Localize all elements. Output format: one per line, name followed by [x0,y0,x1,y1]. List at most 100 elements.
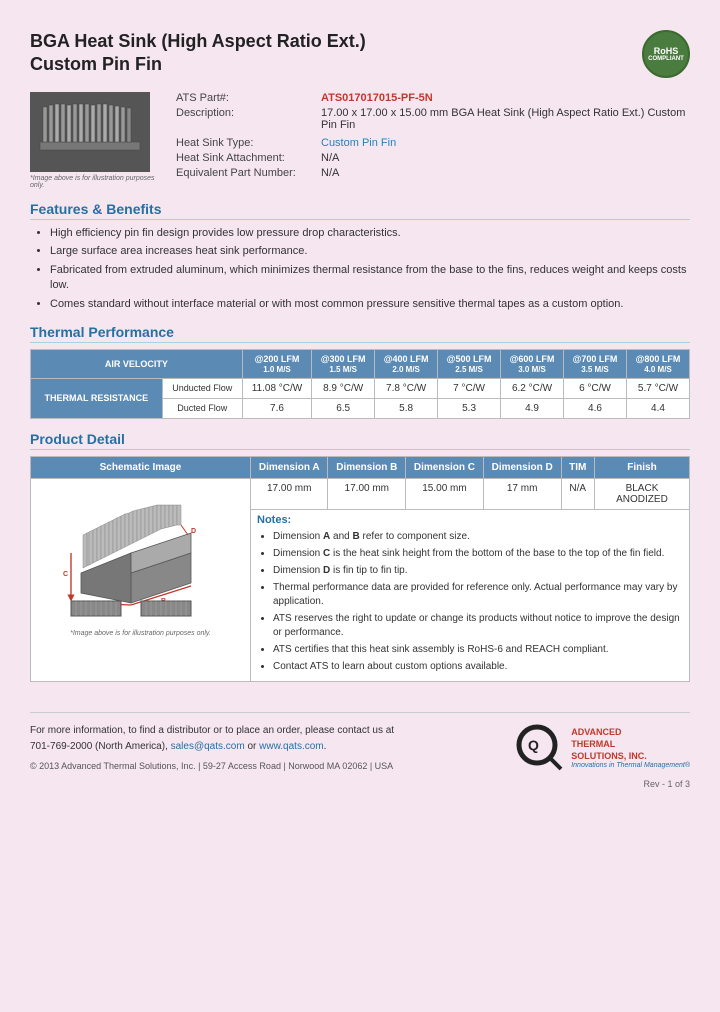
product-image [30,92,150,172]
ducted-600: 4.9 [501,398,564,418]
ducted-400: 5.8 [375,398,438,418]
thermal-row-unducted: THERMAL RESISTANCE Unducted Flow 11.08 °… [31,378,690,398]
spec-row-part: ATS Part#: ATS017017015-PF-5N [176,92,690,104]
note-7: Contact ATS to learn about custom option… [273,660,683,674]
part-number: ATS017017015-PF-5N [321,92,433,104]
col-800: @800 LFM4.0 M/S [626,349,689,378]
title-line1: BGA Heat Sink (High Aspect Ratio Ext.) [30,31,366,51]
svg-text:D: D [191,528,196,535]
col-200: @200 LFM1.0 M/S [242,349,311,378]
col-600: @600 LFM3.0 M/S [501,349,564,378]
col-700: @700 LFM3.5 M/S [564,349,627,378]
footer-copyright: © 2013 Advanced Thermal Solutions, Inc. … [30,759,394,773]
unducted-800: 5.7 °C/W [626,378,689,398]
rohs-compliant: COMPLIANT [648,56,684,62]
attach-value: N/A [321,152,339,164]
features-list: High efficiency pin fin design provides … [30,226,690,312]
equiv-label: Equivalent Part Number: [176,167,321,179]
ducted-700: 4.6 [564,398,627,418]
ducted-800: 4.4 [626,398,689,418]
note-5: ATS reserves the right to update or chan… [273,612,683,640]
schematic-header: Schematic Image [31,456,251,478]
description: 17.00 x 17.00 x 15.00 mm BGA Heat Sink (… [321,107,690,131]
unducted-400: 7.8 °C/W [375,378,438,398]
contact-text: For more information, to find a distribu… [30,723,394,755]
unducted-200: 11.08 °C/W [242,378,311,398]
note-2: Dimension C is the heat sink height from… [273,547,683,561]
title-line2: Custom Pin Fin [30,54,162,74]
finish-header: Finish [594,456,689,478]
ats-tagline: Innovations in Thermal Management® [571,762,690,769]
ducted-300: 6.5 [312,398,375,418]
col-300: @300 LFM1.5 M/S [312,349,375,378]
unducted-label: Unducted Flow [162,378,242,398]
notes-list: Dimension A and B refer to component siz… [257,530,683,674]
ats-text: ADVANCEDTHERMALSOLUTIONS, INC. Innovatio… [571,727,690,769]
q-logo-icon: Q [515,723,565,773]
dim-values-row: C A B D [31,478,690,509]
col-500: @500 LFM2.5 M/S [438,349,501,378]
list-item: High efficiency pin fin design provides … [50,226,690,241]
page-title: BGA Heat Sink (High Aspect Ratio Ext.) C… [30,30,366,77]
dim-a-value: 17.00 mm [251,478,328,509]
svg-text:Q: Q [528,737,539,753]
note-3: Dimension D is fin tip to fin tip. [273,564,683,578]
attach-label: Heat Sink Attachment: [176,152,321,164]
type-value: Custom Pin Fin [321,137,396,149]
footer-logo-area: Q ADVANCEDTHERMALSOLUTIONS, INC. Innovat… [515,723,690,773]
rohs-text: RoHS [654,46,679,56]
col-400: @400 LFM2.0 M/S [375,349,438,378]
type-label: Heat Sink Type: [176,137,321,149]
unducted-500: 7 °C/W [438,378,501,398]
list-item: Comes standard without interface materia… [50,297,690,312]
page-number: Rev - 1 of 3 [30,779,690,789]
rohs-badge: RoHS COMPLIANT [642,30,690,78]
ducted-500: 5.3 [438,398,501,418]
dim-b-value: 17.00 mm [328,478,406,509]
list-item: Fabricated from extruded aluminum, which… [50,263,690,294]
spec-row-equiv: Equivalent Part Number: N/A [176,167,690,179]
ducted-label: Ducted Flow [162,398,242,418]
unducted-700: 6 °C/W [564,378,627,398]
list-item: Large surface area increases heat sink p… [50,244,690,259]
specs-block: ATS Part#: ATS017017015-PF-5N Descriptio… [176,92,690,189]
spec-row-type: Heat Sink Type: Custom Pin Fin [176,137,690,149]
equiv-value: N/A [321,167,339,179]
thermal-title: Thermal Performance [30,324,690,343]
product-detail-title: Product Detail [30,431,690,450]
spec-row-desc: Description: 17.00 x 17.00 x 15.00 mm BG… [176,107,690,131]
finish-value: BLACK ANODIZED [594,478,689,509]
desc-label: Description: [176,107,321,131]
dim-c-value: 15.00 mm [406,478,484,509]
unducted-300: 8.9 °C/W [312,378,375,398]
tim-value: N/A [561,478,594,509]
schematic-caption: *Image above is for illustration purpose… [37,630,244,637]
notes-title: Notes: [257,514,683,526]
spec-row-attach: Heat Sink Attachment: N/A [176,152,690,164]
footer: For more information, to find a distribu… [30,712,690,773]
dim-d-value: 17 mm [483,478,561,509]
product-detail-table: Schematic Image Dimension A Dimension B … [30,456,690,682]
schematic-cell: C A B D [31,478,251,681]
footer-left: For more information, to find a distribu… [30,723,394,773]
dim-d-header: Dimension D [483,456,561,478]
thermal-resistance-label: THERMAL RESISTANCE [31,378,163,418]
air-velocity-header: AIR VELOCITY [31,349,243,378]
unducted-600: 6.2 °C/W [501,378,564,398]
dim-c-header: Dimension C [406,456,484,478]
svg-text:C: C [63,571,68,578]
dim-b-header: Dimension B [328,456,406,478]
notes-cell: Notes: Dimension A and B refer to compon… [251,509,690,681]
image-caption: *Image above is for illustration purpose… [30,175,160,189]
note-1: Dimension A and B refer to component siz… [273,530,683,544]
ducted-200: 7.6 [242,398,311,418]
note-6: ATS certifies that this heat sink assemb… [273,643,683,657]
product-image-box: *Image above is for illustration purpose… [30,92,160,189]
footer-logo: Q ADVANCEDTHERMALSOLUTIONS, INC. Innovat… [515,723,690,773]
tim-header: TIM [561,456,594,478]
part-label: ATS Part#: [176,92,321,104]
thermal-table: AIR VELOCITY @200 LFM1.0 M/S @300 LFM1.5… [30,349,690,419]
dim-a-header: Dimension A [251,456,328,478]
features-title: Features & Benefits [30,201,690,220]
note-4: Thermal performance data are provided fo… [273,581,683,609]
